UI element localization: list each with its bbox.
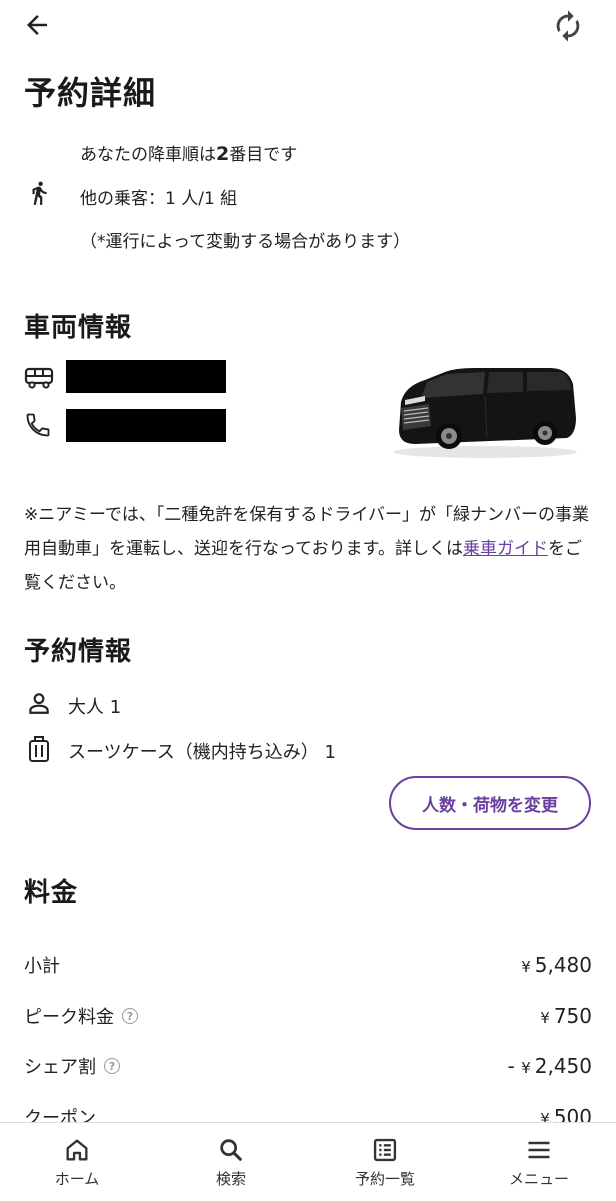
driver-phone-redacted [66, 409, 226, 442]
vehicle-image [385, 360, 580, 464]
nav-label: メニュー [508, 1169, 569, 1188]
booking-info-heading: 予約情報 [24, 637, 133, 667]
search-icon [217, 1136, 245, 1164]
vehicle-number-redacted [66, 360, 226, 393]
dropoff-suffix: 番目です [229, 145, 298, 165]
suitcase-icon [27, 734, 51, 764]
variation-note: （*運行によって変動する場合があります） [80, 232, 411, 252]
fare-amount: ¥5,480 [521, 953, 592, 977]
fare-amount: - ¥2,450 [507, 1054, 592, 1078]
list-icon [371, 1136, 399, 1164]
nav-reservations[interactable]: 予約一覧 [308, 1123, 462, 1201]
change-passengers-luggage-button[interactable]: 人数・荷物を変更 [389, 776, 591, 830]
help-icon[interactable]: ? [104, 1058, 120, 1074]
nav-label: 検索 [215, 1169, 246, 1188]
bottom-navigation: ホーム 検索 予約一覧 メニュー [0, 1122, 616, 1201]
nav-label: 予約一覧 [354, 1169, 415, 1188]
dropoff-prefix: あなたの降車順は [80, 145, 216, 165]
person-icon [26, 690, 52, 716]
ride-guide-link[interactable]: 乗車ガイド [463, 539, 548, 559]
luggage-count: スーツケース（機内持ち込み） 1 [68, 742, 336, 763]
fare-label: 小計 [24, 956, 60, 977]
refresh-icon[interactable] [551, 9, 585, 43]
menu-icon [525, 1136, 553, 1164]
help-icon[interactable]: ? [122, 1008, 138, 1024]
driver-license-notice: ※ニアミーでは、「二種免許を保有するドライバー」が「緑ナンバーの事業用自動車」を… [24, 498, 594, 600]
nav-menu[interactable]: メニュー [462, 1123, 616, 1201]
van-icon [24, 365, 56, 391]
nav-label: ホーム [54, 1169, 100, 1188]
phone-icon[interactable] [24, 411, 52, 439]
back-arrow-icon[interactable] [22, 10, 52, 40]
fare-label: シェア割 [24, 1057, 96, 1078]
dropoff-number: 2 [216, 143, 230, 165]
nav-search[interactable]: 検索 [154, 1123, 308, 1201]
home-icon [63, 1136, 91, 1164]
walking-person-icon [26, 176, 52, 210]
vehicle-info-heading: 車両情報 [24, 313, 133, 343]
adults-count: 大人 1 [68, 697, 122, 718]
page-title: 予約詳細 [24, 74, 157, 112]
fare-heading: 料金 [24, 878, 79, 908]
nav-home[interactable]: ホーム [0, 1123, 154, 1201]
fare-row-share-discount: シェア割? - ¥2,450 [24, 1053, 592, 1079]
fare-row-peak: ピーク料金? ¥750 [24, 1003, 592, 1029]
other-passengers-text: 他の乗客：1 人/1 組 [80, 189, 238, 209]
fare-label: ピーク料金 [24, 1007, 114, 1028]
dropoff-order-text: あなたの降車順は2番目です [80, 140, 297, 165]
fare-row-subtotal: 小計 ¥5,480 [24, 952, 592, 978]
fare-amount: ¥750 [540, 1004, 592, 1028]
